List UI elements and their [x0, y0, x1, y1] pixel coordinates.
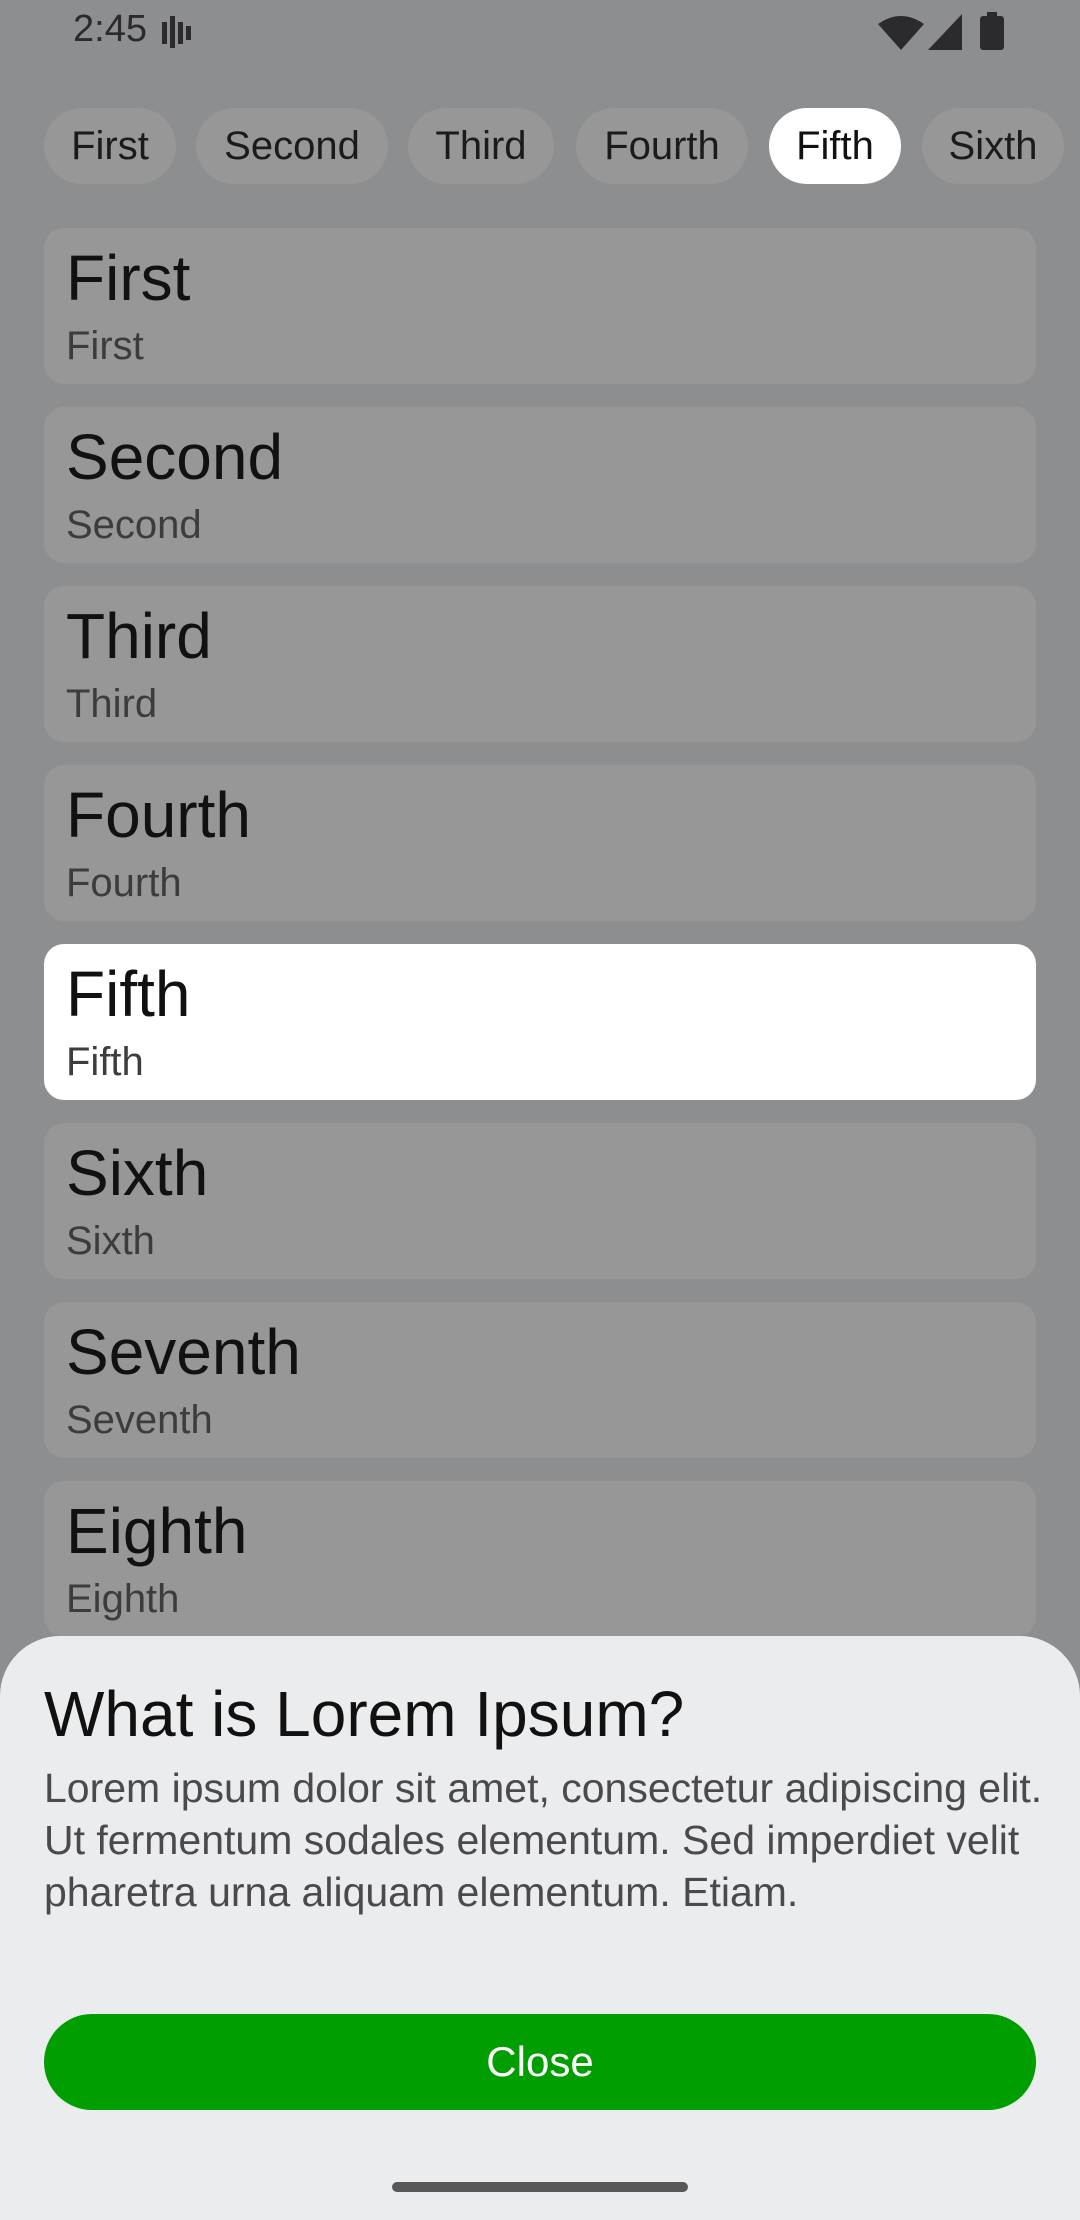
- status-time: 2:45: [73, 8, 147, 50]
- list-item-title: Seventh: [66, 1316, 301, 1388]
- sheet-body: Lorem ipsum dolor sit amet, consectetur …: [44, 1765, 1043, 1915]
- list-item-subtitle: Seventh: [66, 1398, 213, 1442]
- list-item-subtitle: Sixth: [66, 1219, 155, 1263]
- list-item-subtitle: Third: [66, 682, 158, 726]
- wifi-icon: [878, 16, 924, 50]
- list-item-seventh[interactable]: Seventh Seventh: [44, 1302, 1036, 1458]
- list-item-title: Sixth: [66, 1137, 209, 1209]
- tab-fifth[interactable]: Fifth: [769, 108, 901, 184]
- home-indicator[interactable]: [392, 2182, 688, 2192]
- list-item-title: Second: [66, 421, 284, 493]
- list-item-subtitle: Eighth: [66, 1577, 180, 1621]
- tab-third[interactable]: Third: [408, 108, 554, 184]
- list-item-second[interactable]: Second Second: [44, 407, 1036, 563]
- status-bar: 2:45: [0, 0, 1080, 64]
- list-item-title: First: [66, 242, 191, 314]
- list-item-title: Fifth: [66, 958, 191, 1030]
- list-item-title: Eighth: [66, 1495, 248, 1567]
- list-item-subtitle: First: [66, 324, 144, 368]
- battery-icon: [980, 12, 1004, 50]
- list-item-third[interactable]: Third Third: [44, 586, 1036, 742]
- tab-bar: First Second Third Fourth Fifth Sixth: [0, 108, 1080, 184]
- list-item-eighth[interactable]: Eighth Eighth: [44, 1481, 1036, 1637]
- list-item-sixth[interactable]: Sixth Sixth: [44, 1123, 1036, 1279]
- tab-sixth[interactable]: Sixth: [922, 108, 1064, 184]
- tab-fourth[interactable]: Fourth: [576, 108, 748, 184]
- list-item-fifth[interactable]: Fifth Fifth: [44, 944, 1036, 1100]
- bottom-sheet: What is Lorem Ipsum? Lorem ipsum dolor s…: [0, 1636, 1080, 2220]
- list-item-fourth[interactable]: Fourth Fourth: [44, 765, 1036, 921]
- cellular-icon: [928, 14, 962, 50]
- list-item-title: Fourth: [66, 779, 251, 851]
- list-item-first[interactable]: First First: [44, 228, 1036, 384]
- close-button[interactable]: Close: [44, 2014, 1036, 2110]
- list-item-subtitle: Second: [66, 503, 202, 547]
- list-item-subtitle: Fifth: [66, 1040, 144, 1084]
- sheet-title: What is Lorem Ipsum?: [44, 1678, 685, 1750]
- tab-second[interactable]: Second: [196, 108, 388, 184]
- tab-first[interactable]: First: [44, 108, 176, 184]
- signal-bars-icon: [162, 16, 191, 48]
- list-item-subtitle: Fourth: [66, 861, 182, 905]
- list-item-title: Third: [66, 600, 212, 672]
